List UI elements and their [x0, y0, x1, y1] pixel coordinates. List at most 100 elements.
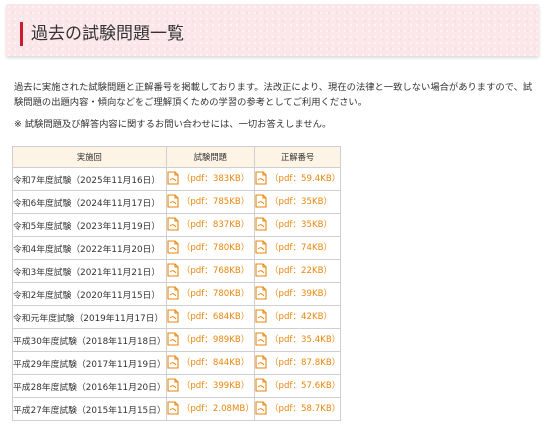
table-row: 令和5年度試験（2023年11月19日） （pdf：837KB） （pdf：35KB…	[12, 213, 342, 237]
exam-pdf-link[interactable]: （pdf：2.08MB）	[167, 400, 254, 415]
exam-session-cell: 令和4年度試験（2022年11月20日）	[12, 236, 167, 260]
answer-pdf-link[interactable]: （pdf：42KB）	[255, 308, 333, 323]
exam-session-cell: 令和3年度試験（2021年11月21日）	[12, 259, 167, 283]
answer-pdf-link[interactable]: （pdf：87.8KB）	[255, 354, 341, 369]
file-size-label: （pdf：837KB）	[181, 219, 250, 230]
page-header: 過去の試験問題一覧	[6, 4, 539, 56]
exam-pdf-link[interactable]: （pdf：780KB）	[167, 239, 250, 254]
answer-cell: （pdf：35.4KB）	[253, 328, 342, 352]
file-size-label: （pdf：87.8KB）	[269, 357, 341, 368]
file-size-label: （pdf：383KB）	[181, 173, 250, 184]
pdf-document-icon	[255, 170, 267, 185]
pdf-document-icon	[167, 285, 179, 300]
pdf-document-icon	[167, 331, 179, 346]
pdf-document-icon	[167, 262, 179, 277]
notice-text: ※ 試験問題及び解答内容に関するお問い合わせには、一切お答えしません。	[14, 119, 332, 130]
exam-cell: （pdf：785KB）	[165, 190, 255, 214]
pdf-document-icon	[167, 239, 179, 254]
exam-cell: （pdf：2.08MB）	[165, 397, 255, 421]
exam-pdf-link[interactable]: （pdf：399KB）	[167, 377, 250, 392]
page-title: 過去の試験問題一覧	[31, 24, 184, 44]
file-size-label: （pdf：684KB）	[181, 311, 250, 322]
exam-session-cell: 令和元年度試験（2019年11月17日）	[12, 305, 167, 329]
answer-pdf-link[interactable]: （pdf：59.4KB）	[255, 170, 340, 185]
exam-cell: （pdf：684KB）	[165, 305, 255, 329]
answer-pdf-link[interactable]: （pdf：35.4KB）	[255, 331, 341, 346]
answer-cell: （pdf：39KB）	[253, 282, 342, 306]
intro-text: 過去に実施された試験問題と正解番号を掲載しております。法改正により、現在の法律と…	[14, 82, 533, 108]
pdf-document-icon	[167, 354, 179, 369]
exam-table: 実施回 試験問題 正解番号 令和7年度試験（2025年11月16日） （pdf：3…	[12, 146, 342, 421]
exam-session-cell: 平成27年度試験（2015年11月15日）	[12, 397, 167, 421]
exam-session-cell: 令和2年度試験（2020年11月15日）	[12, 282, 167, 306]
exam-pdf-link[interactable]: （pdf：989KB）	[167, 331, 250, 346]
exam-cell: （pdf：837KB）	[165, 213, 255, 237]
table-header-row: 実施回 試験問題 正解番号	[12, 146, 342, 168]
answer-cell: （pdf：74KB）	[253, 236, 342, 260]
exam-pdf-link[interactable]: （pdf：785KB）	[167, 193, 250, 208]
exam-pdf-link[interactable]: （pdf：684KB）	[167, 308, 250, 323]
file-size-label: （pdf：35KB）	[269, 219, 333, 230]
exam-pdf-link[interactable]: （pdf：768KB）	[167, 262, 249, 277]
column-header-answer: 正解番号	[253, 146, 342, 168]
pdf-document-icon	[255, 216, 267, 231]
pdf-document-icon	[255, 377, 267, 392]
file-size-label: （pdf：35KB）	[269, 196, 333, 207]
pdf-document-icon	[255, 400, 267, 415]
exam-cell: （pdf：780KB）	[165, 282, 255, 306]
answer-pdf-link[interactable]: （pdf：22KB）	[255, 262, 332, 277]
exam-session-cell: 令和5年度試験（2023年11月19日）	[12, 213, 167, 237]
file-size-label: （pdf：844KB）	[181, 357, 250, 368]
pdf-document-icon	[167, 193, 179, 208]
answer-cell: （pdf：35KB）	[253, 213, 342, 237]
exam-cell: （pdf：989KB）	[165, 328, 255, 352]
exam-pdf-link[interactable]: （pdf：844KB）	[167, 354, 250, 369]
pdf-document-icon	[167, 170, 179, 185]
page: 過去の試験問題一覧 過去に実施された試験問題と正解番号を掲載しております。法改正…	[0, 0, 550, 427]
table-row: 平成27年度試験（2015年11月15日） （pdf：2.08MB） （pdf：58…	[12, 397, 342, 421]
exam-cell: （pdf：383KB）	[165, 167, 255, 191]
file-size-label: （pdf：2.08MB）	[181, 403, 254, 414]
answer-pdf-link[interactable]: （pdf：35KB）	[255, 216, 333, 231]
file-size-label: （pdf：989KB）	[181, 334, 250, 345]
exam-pdf-link[interactable]: （pdf：780KB）	[167, 285, 250, 300]
file-size-label: （pdf：785KB）	[181, 196, 250, 207]
table-row: 令和7年度試験（2025年11月16日） （pdf：383KB） （pdf：59.4…	[12, 167, 342, 191]
answer-cell: （pdf：57.6KB）	[253, 374, 342, 398]
exam-session-cell: 令和7年度試験（2025年11月16日）	[12, 167, 167, 191]
exam-cell: （pdf：780KB）	[165, 236, 255, 260]
file-size-label: （pdf：35.4KB）	[269, 334, 341, 345]
file-size-label: （pdf：42KB）	[269, 311, 333, 322]
exam-cell: （pdf：399KB）	[165, 374, 255, 398]
pdf-document-icon	[255, 239, 267, 254]
pdf-document-icon	[167, 377, 179, 392]
pdf-document-icon	[255, 285, 267, 300]
answer-cell: （pdf：59.4KB）	[253, 167, 342, 191]
file-size-label: （pdf：780KB）	[181, 288, 250, 299]
table-body: 令和7年度試験（2025年11月16日） （pdf：383KB） （pdf：59.4…	[12, 167, 342, 421]
exam-session-cell: 平成29年度試験（2017年11月19日）	[12, 351, 167, 375]
answer-cell: （pdf：87.8KB）	[253, 351, 342, 375]
column-header-exam: 試験問題	[165, 146, 255, 168]
pdf-document-icon	[167, 216, 179, 231]
exam-session-cell: 令和6年度試験（2024年11月17日）	[12, 190, 167, 214]
answer-pdf-link[interactable]: （pdf：58.7KB）	[255, 400, 341, 415]
exam-pdf-link[interactable]: （pdf：837KB）	[167, 216, 250, 231]
column-header-session: 実施回	[12, 146, 167, 168]
exam-pdf-link[interactable]: （pdf：383KB）	[167, 170, 250, 185]
table-row: 令和6年度試験（2024年11月17日） （pdf：785KB） （pdf：35KB…	[12, 190, 342, 214]
answer-pdf-link[interactable]: （pdf：57.6KB）	[255, 377, 341, 392]
answer-pdf-link[interactable]: （pdf：74KB）	[255, 239, 332, 254]
table-row: 令和3年度試験（2021年11月21日） （pdf：768KB） （pdf：22KB…	[12, 259, 342, 283]
answer-pdf-link[interactable]: （pdf：39KB）	[255, 285, 332, 300]
file-size-label: （pdf：780KB）	[181, 242, 250, 253]
title-accent-bar	[20, 22, 23, 46]
file-size-label: （pdf：57.6KB）	[269, 380, 341, 391]
answer-pdf-link[interactable]: （pdf：35KB）	[255, 193, 333, 208]
file-size-label: （pdf：58.7KB）	[269, 403, 341, 414]
file-size-label: （pdf：399KB）	[181, 380, 250, 391]
exam-cell: （pdf：844KB）	[165, 351, 255, 375]
table-row: 平成30年度試験（2018年11月18日） （pdf：989KB） （pdf：35.…	[12, 328, 342, 352]
exam-session-cell: 平成28年度試験（2016年11月20日）	[12, 374, 167, 398]
table-row: 平成29年度試験（2017年11月19日） （pdf：844KB） （pdf：87.…	[12, 351, 342, 375]
